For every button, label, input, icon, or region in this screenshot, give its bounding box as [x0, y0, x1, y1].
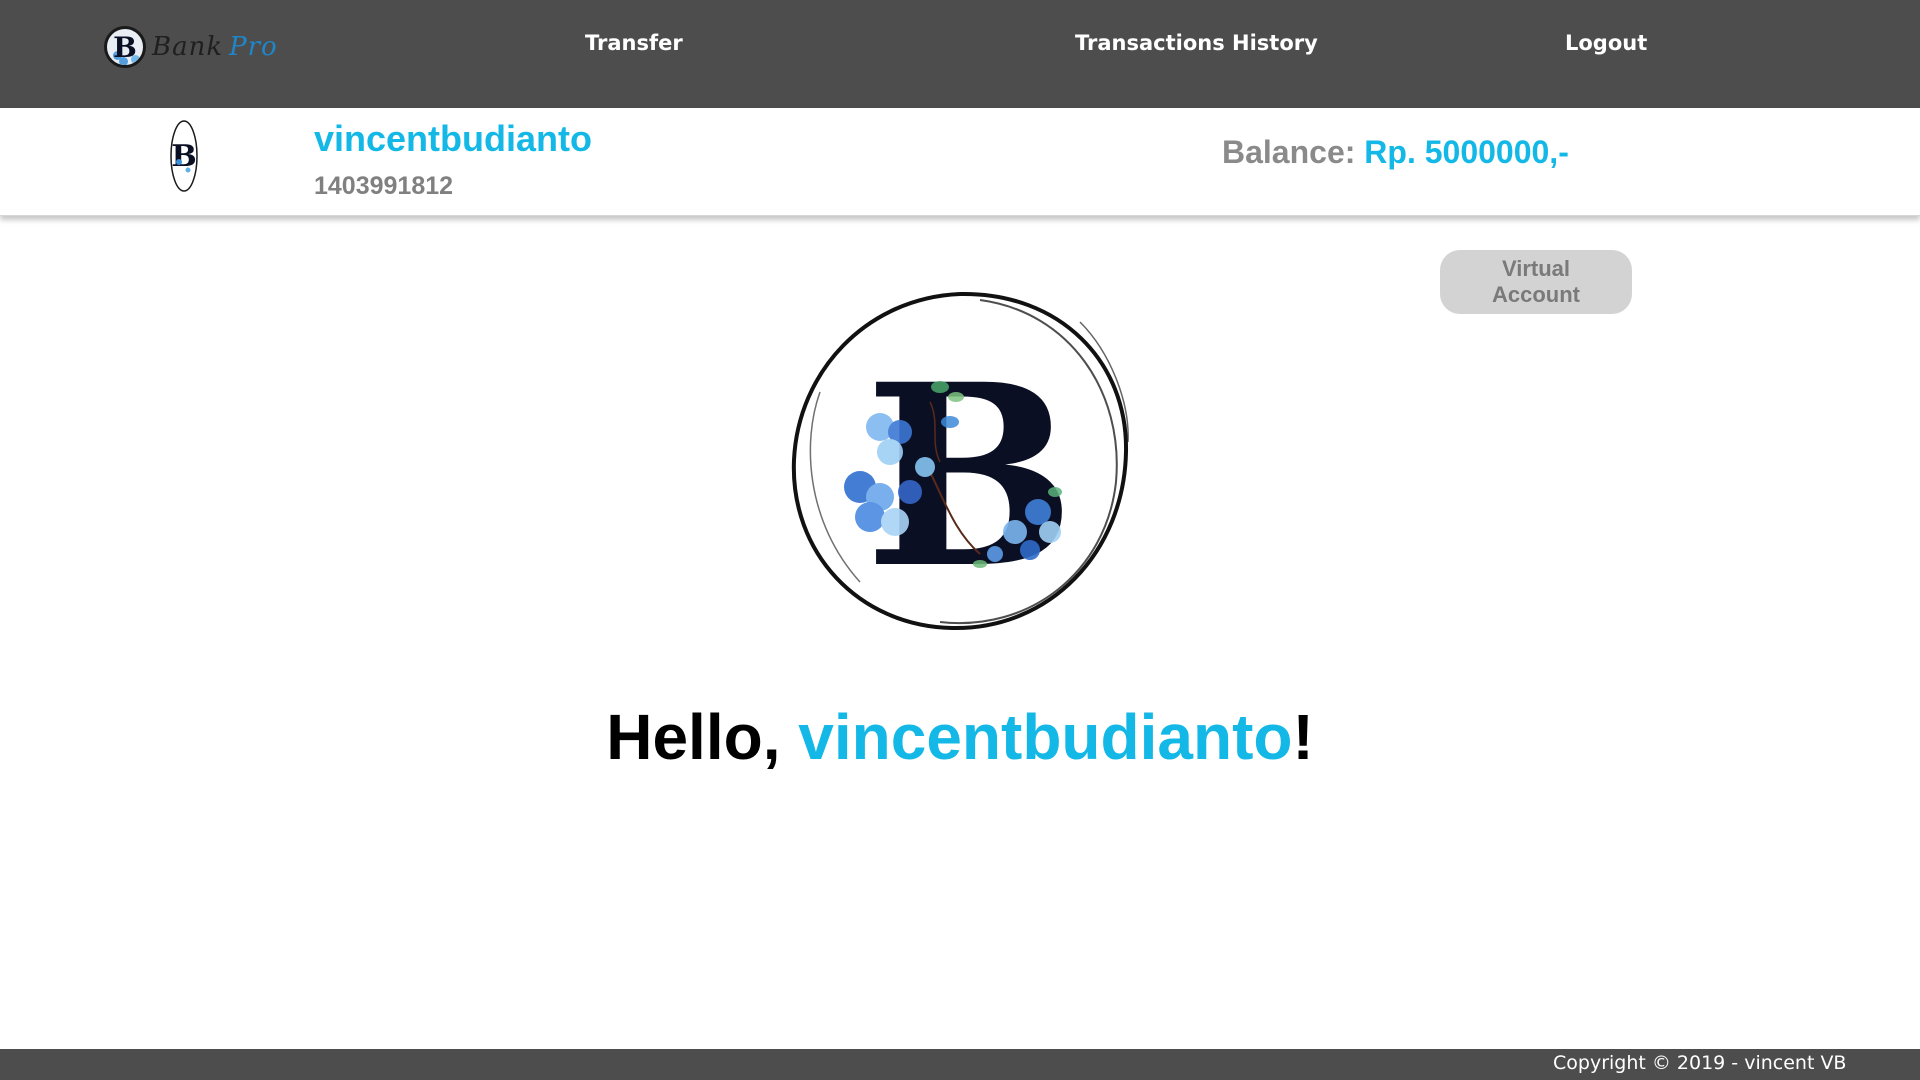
username: vincentbudianto — [314, 118, 592, 159]
balance-label: Balance: — [1222, 134, 1365, 170]
brand-word-pro: Pro — [229, 32, 278, 62]
account-number: 1403991812 — [314, 172, 454, 200]
footer: Copyright © 2019 - vincent VB — [0, 1049, 1920, 1080]
bank-logo-large: B — [791, 291, 1129, 631]
top-navbar: B Bank Pro Transfer Transactions History … — [0, 0, 1920, 108]
greeting-heading: Hello, vincentbudianto! — [0, 700, 1920, 774]
brand-logo[interactable]: B Bank Pro — [104, 24, 278, 70]
brand-name: Bank Pro — [152, 32, 278, 62]
avatar: B — [170, 120, 198, 192]
brand-word-bank: Bank — [152, 32, 224, 62]
greeting-suffix: ! — [1292, 701, 1314, 773]
emblem-letter: B — [113, 30, 137, 64]
greeting-prefix: Hello, — [606, 701, 799, 773]
virtual-account-button[interactable]: Virtual Account — [1440, 250, 1632, 314]
nav-transactions-history-link[interactable]: Transactions History — [1075, 31, 1318, 55]
balance-display: Balance: Rp. 5000000,- — [1222, 134, 1569, 171]
balance-value: Rp. 5000000,- — [1364, 134, 1569, 170]
bank-emblem-icon: B — [104, 26, 146, 68]
logo-letter: B — [864, 329, 1075, 623]
nav-logout-link[interactable]: Logout — [1565, 31, 1647, 55]
nav-transfer-link[interactable]: Transfer — [585, 31, 683, 55]
copyright-text: Copyright © 2019 - vincent VB — [1553, 1052, 1847, 1074]
account-info-bar: B vincentbudianto 1403991812 Balance: Rp… — [0, 108, 1920, 216]
avatar-letter: B — [171, 139, 196, 174]
greeting-username: vincentbudianto — [798, 701, 1293, 773]
